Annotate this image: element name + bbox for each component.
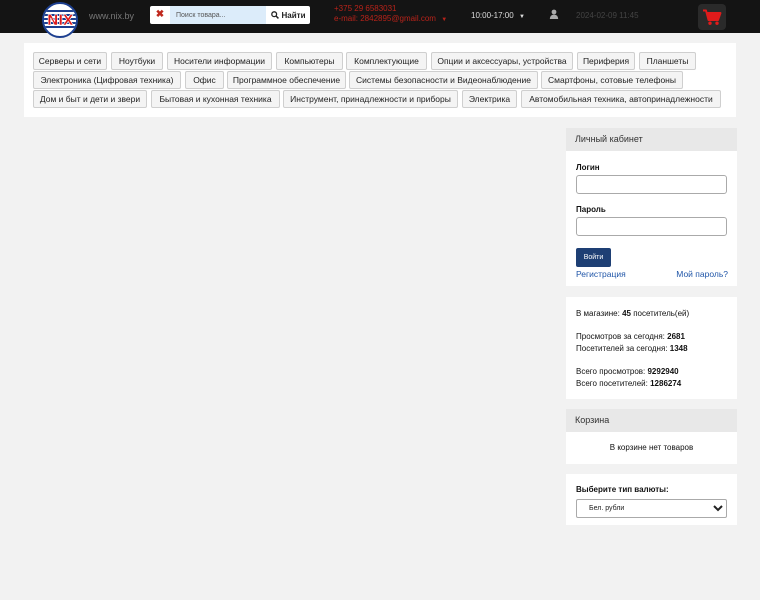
chevron-down-icon: ▼	[441, 17, 448, 23]
site-url[interactable]: www.nix.by	[89, 11, 134, 21]
visitors-total-label: Всего посетителей:	[576, 379, 648, 388]
online-visitors: В магазине: 45 посетитель(ей)	[576, 309, 689, 318]
working-hours-text: 10:00-17:00	[471, 11, 514, 20]
cart-icon	[703, 9, 722, 25]
contact-email[interactable]: e-mail: 2842895@gmail.com ▼	[334, 14, 447, 23]
category-security[interactable]: Системы безопасности и Видеонаблюдение	[349, 71, 538, 89]
currency-select[interactable]: Бел. рубли	[576, 499, 727, 518]
current-datetime: 2024-02-09 11:45	[576, 11, 639, 20]
views-total: Всего просмотров: 9292940	[576, 367, 679, 376]
category-tools[interactable]: Инструмент, принадлежности и приборы	[283, 90, 458, 108]
views-today-label: Просмотров за сегодня:	[576, 332, 665, 341]
online-prefix: В магазине:	[576, 309, 620, 318]
search-button[interactable]: Найти	[266, 6, 310, 24]
views-today-value: 2681	[667, 332, 685, 341]
views-total-label: Всего просмотров:	[576, 367, 646, 376]
category-electronics[interactable]: Электроника (Цифровая техника)	[33, 71, 181, 89]
search-clear-button[interactable]: ✖	[150, 6, 170, 24]
views-total-value: 9292940	[647, 367, 679, 376]
forgot-password-link[interactable]: Мой пароль?	[676, 269, 728, 279]
password-label: Пароль	[576, 205, 606, 214]
chevron-down-icon: ▼	[518, 14, 525, 20]
site-logo[interactable]: NIX	[42, 2, 78, 38]
category-storage[interactable]: Носители информации	[167, 52, 272, 70]
category-computers[interactable]: Компьютеры	[276, 52, 343, 70]
cart-empty-text: В корзине нет товаров	[609, 443, 694, 452]
currency-label: Выберите тип валюты:	[576, 485, 669, 494]
currency-panel: Выберите тип валюты: Бел. рубли	[566, 474, 737, 525]
cart-panel-title: Корзина	[566, 409, 737, 432]
stats-panel: В магазине: 45 посетитель(ей) Просмотров…	[566, 297, 737, 399]
category-software[interactable]: Программное обеспечение	[227, 71, 346, 89]
online-count: 45	[622, 309, 631, 318]
login-label: Логин	[576, 163, 600, 172]
logo-text: NIX	[46, 13, 74, 30]
visitors-today-value: 1348	[669, 344, 688, 353]
visitors-today: Посетителей за сегодня: 1348	[576, 344, 688, 353]
category-smartphones[interactable]: Смартфоны, сотовые телефоны	[541, 71, 683, 89]
search-button-label: Найти	[281, 10, 306, 20]
category-appliances[interactable]: Бытовая и кухонная техника	[151, 90, 280, 108]
category-servers[interactable]: Серверы и сети	[33, 52, 107, 70]
register-link[interactable]: Регистрация	[576, 269, 626, 279]
visitors-total-value: 1286274	[650, 379, 682, 388]
views-today: Просмотров за сегодня: 2681	[576, 332, 685, 341]
working-hours[interactable]: 10:00-17:00 ▼	[471, 11, 525, 20]
category-panel: Серверы и сети Ноутбуки Носители информа…	[24, 43, 736, 117]
contact-phone[interactable]: +375 29 6583031	[334, 4, 397, 13]
category-laptops[interactable]: Ноутбуки	[111, 52, 163, 70]
category-home[interactable]: Дом и быт и дети и звери	[33, 90, 147, 108]
search-icon	[270, 11, 279, 19]
cart-panel: Корзина В корзине нет товаров	[566, 409, 737, 464]
user-icon[interactable]	[549, 9, 559, 19]
online-suffix: посетитель(ей)	[633, 309, 690, 318]
category-office[interactable]: Офис	[185, 71, 224, 89]
visitors-today-label: Посетителей за сегодня:	[576, 344, 668, 353]
visitors-total: Всего посетителей: 1286274	[576, 379, 681, 388]
top-header: NIX www.nix.by ✖ Найти +375 29 6583031 e…	[0, 0, 760, 38]
login-button[interactable]: Войти	[576, 248, 611, 267]
category-automotive[interactable]: Автомобильная техника, автопринадлежност…	[521, 90, 721, 108]
category-tablets[interactable]: Планшеты	[639, 52, 696, 70]
search-input[interactable]	[170, 6, 266, 24]
account-panel-title: Личный кабинет	[566, 128, 737, 151]
category-components[interactable]: Комплектующие	[346, 52, 427, 70]
cart-button[interactable]	[698, 4, 726, 30]
category-accessories[interactable]: Опции и аксессуары, устройства	[431, 52, 573, 70]
category-electrical[interactable]: Электрика	[462, 90, 517, 108]
password-input[interactable]	[576, 217, 727, 236]
category-peripherals[interactable]: Периферия	[577, 52, 635, 70]
login-input[interactable]	[576, 175, 727, 194]
account-panel: Личный кабинет Логин Пароль Войти Регист…	[566, 128, 737, 286]
contact-email-text: e-mail: 2842895@gmail.com	[334, 14, 436, 23]
